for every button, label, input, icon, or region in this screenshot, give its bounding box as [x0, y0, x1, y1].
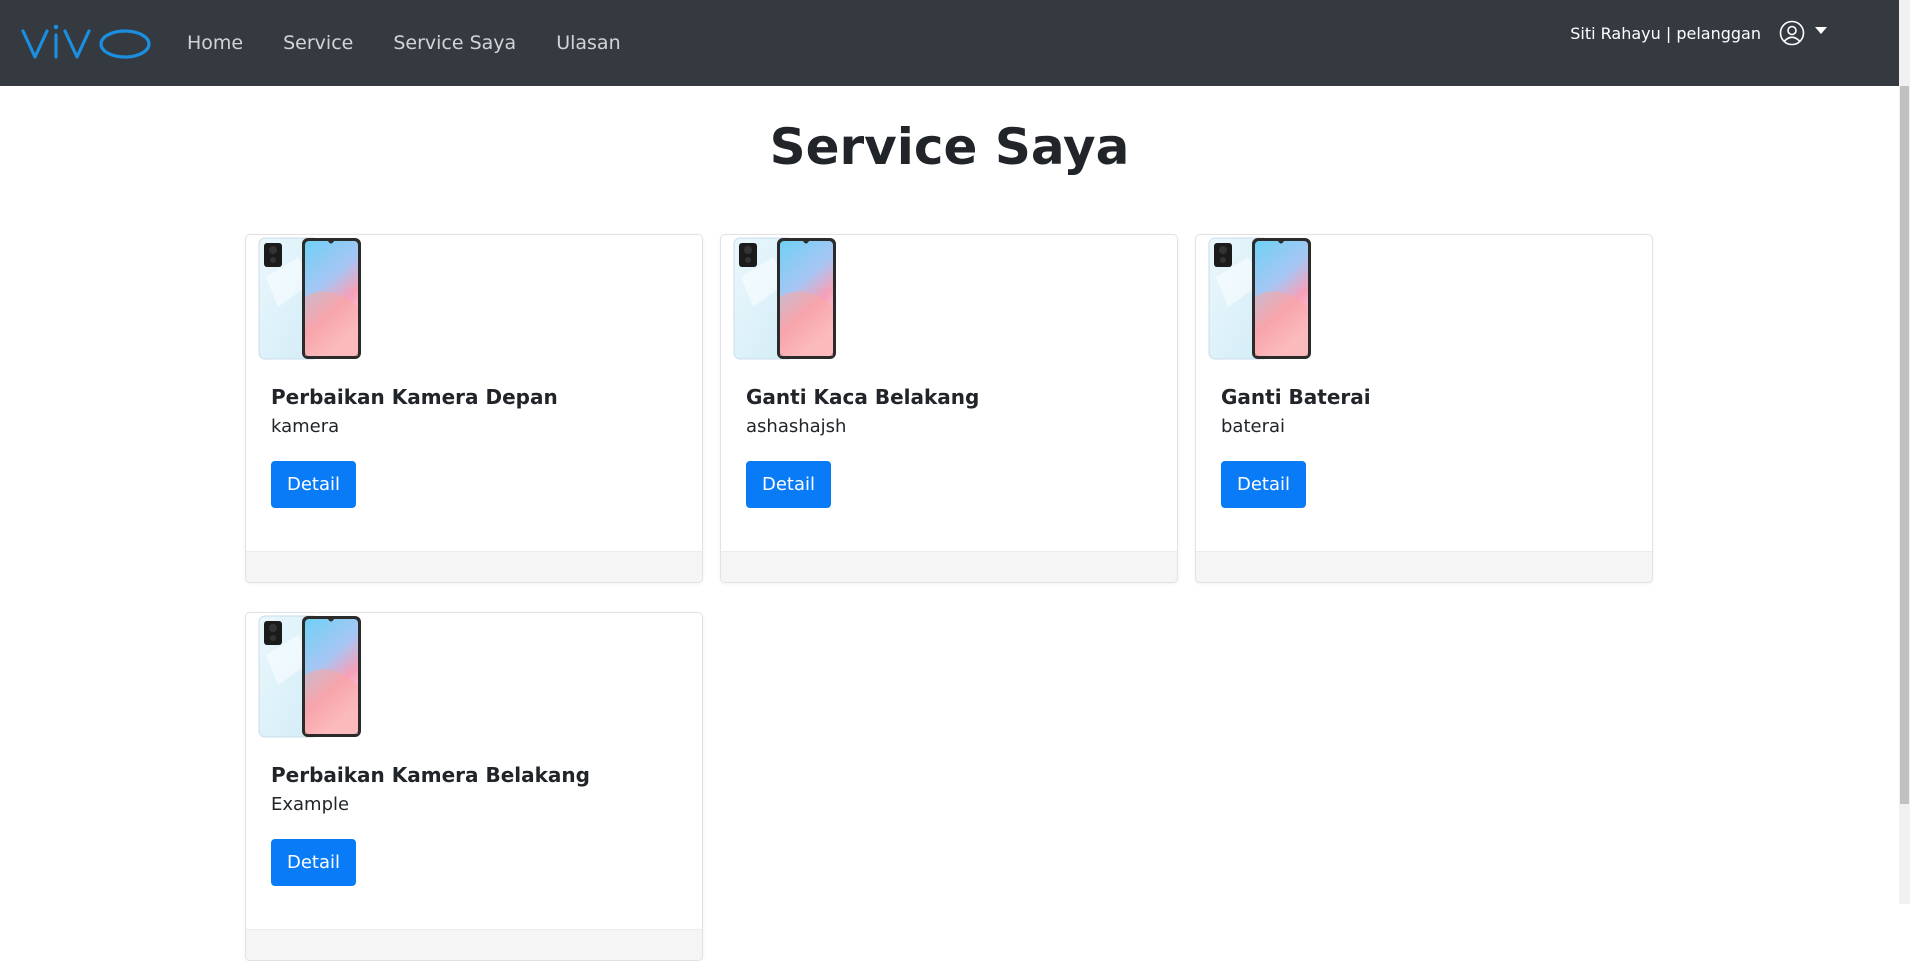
card-title: Ganti Kaca Belakang [746, 385, 980, 409]
card-footer [246, 929, 702, 960]
detail-button[interactable]: Detail [271, 839, 356, 886]
page-title: Service Saya [769, 118, 1130, 176]
phone-image [258, 615, 362, 738]
user-circle-icon [1779, 20, 1805, 46]
card-footer [246, 551, 702, 582]
scrollbar-thumb[interactable] [1900, 86, 1909, 804]
nav-ulasan[interactable]: Ulasan [556, 33, 620, 53]
card-title: Perbaikan Kamera Belakang [271, 763, 590, 787]
user-menu[interactable]: Siti Rahayu | pelanggan [1570, 20, 1827, 46]
card-text: baterai [1221, 416, 1286, 437]
caret-down-icon [1815, 26, 1827, 34]
card-text: kamera [271, 416, 340, 437]
top-navbar: Home Service Service Saya Ulasan Siti Ra… [0, 0, 1899, 86]
service-card: Ganti Baterai baterai Detail [1195, 234, 1653, 583]
card-footer [721, 551, 1177, 582]
phone-image [1208, 237, 1312, 360]
card-text: ashashajsh [746, 416, 847, 437]
service-card: Perbaikan Kamera Depan kamera Detail [245, 234, 703, 583]
nav-service-saya[interactable]: Service Saya [393, 33, 516, 53]
phone-image [733, 237, 837, 360]
card-footer [1196, 551, 1652, 582]
vertical-scrollbar[interactable] [1899, 0, 1910, 904]
detail-button[interactable]: Detail [1221, 461, 1306, 508]
user-name: Siti Rahayu | pelanggan [1570, 23, 1761, 43]
card-text: Example [271, 794, 350, 815]
phone-image [258, 237, 362, 360]
detail-button[interactable]: Detail [271, 461, 356, 508]
detail-button[interactable]: Detail [746, 461, 831, 508]
card-title: Ganti Baterai [1221, 385, 1371, 409]
service-card: Ganti Kaca Belakang ashashajsh Detail [720, 234, 1178, 583]
nav-links: Home Service Service Saya Ulasan [187, 33, 661, 53]
vivo-logo[interactable] [21, 21, 153, 65]
nav-service[interactable]: Service [283, 33, 353, 53]
nav-home[interactable]: Home [187, 33, 243, 53]
service-card: Perbaikan Kamera Belakang Example Detail [245, 612, 703, 961]
card-title: Perbaikan Kamera Depan [271, 385, 558, 409]
